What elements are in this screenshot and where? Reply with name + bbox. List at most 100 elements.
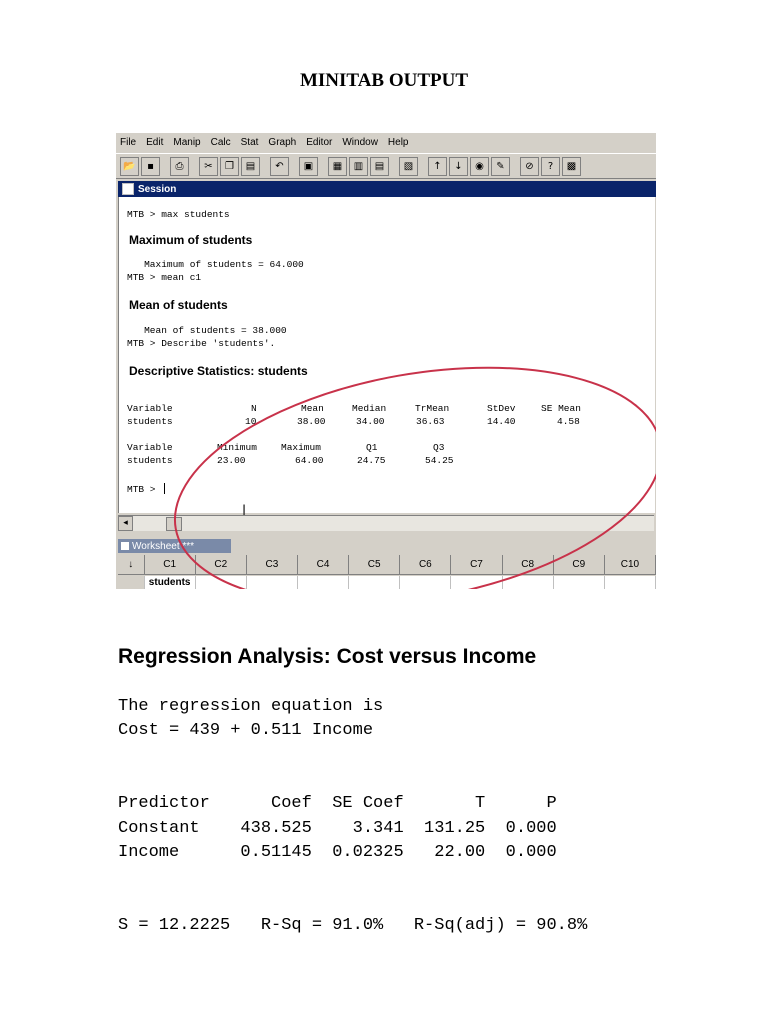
table-header: Variable bbox=[127, 442, 173, 453]
undo-icon[interactable]: ↶ bbox=[270, 156, 289, 176]
table-header: N bbox=[251, 403, 257, 414]
worksheet-title-bar[interactable]: Worksheet *** bbox=[118, 539, 231, 553]
column-name-cell[interactable] bbox=[554, 576, 605, 589]
session-heading: Mean of students bbox=[129, 298, 228, 312]
ibeam-cursor-icon: I bbox=[242, 503, 247, 519]
table-header: StDev bbox=[487, 403, 516, 414]
session-output: Maximum of students = 64.000 bbox=[127, 259, 304, 270]
column-name-cell[interactable] bbox=[196, 576, 247, 589]
menu-editor[interactable]: Editor bbox=[306, 137, 332, 148]
table-header: Q3 bbox=[433, 442, 445, 453]
table-cell: 23.00 bbox=[217, 455, 246, 466]
mtb-prompt[interactable]: MTB > bbox=[127, 484, 161, 495]
column-name-cell[interactable] bbox=[247, 576, 298, 589]
session-output: Mean of students = 38.000 bbox=[127, 325, 287, 336]
up-arrow-icon[interactable]: ↑ bbox=[428, 156, 447, 176]
column-header[interactable]: C7 bbox=[451, 555, 503, 575]
column-header[interactable]: C10 bbox=[604, 555, 656, 575]
table-header: Q1 bbox=[366, 442, 378, 453]
table-cell: 24.75 bbox=[357, 455, 386, 466]
column-name-cell[interactable] bbox=[605, 576, 656, 589]
clear-icon[interactable]: ▧ bbox=[399, 156, 418, 176]
project-manager-icon[interactable]: ▩ bbox=[562, 156, 581, 176]
menu-calc[interactable]: Calc bbox=[211, 137, 231, 148]
column-name-cell[interactable] bbox=[298, 576, 350, 589]
regression-title: Regression Analysis: Cost versus Income bbox=[118, 645, 537, 668]
table-header: Maximum bbox=[281, 442, 321, 453]
menu-edit[interactable]: Edit bbox=[146, 137, 163, 148]
session-heading: Maximum of students bbox=[129, 233, 253, 247]
worksheet-icon[interactable]: ▦ bbox=[328, 156, 347, 176]
session-window-icon bbox=[122, 183, 134, 195]
open-icon[interactable]: 📂 bbox=[120, 156, 139, 176]
worksheet-column-header: ↓ C1 C2 C3 C4 C5 C6 C7 C8 C9 C10 bbox=[118, 555, 656, 575]
column-name-cell[interactable] bbox=[503, 576, 554, 589]
column-name-cell[interactable] bbox=[349, 576, 401, 589]
scroll-thumb[interactable] bbox=[166, 517, 182, 531]
table-cell: 36.63 bbox=[416, 416, 445, 427]
worksheet-title: Worksheet *** bbox=[132, 540, 195, 552]
copy-icon[interactable]: ❐ bbox=[220, 156, 239, 176]
down-arrow-icon[interactable]: ↓ bbox=[449, 156, 468, 176]
table-cell: 54.25 bbox=[425, 455, 454, 466]
table-header: Median bbox=[352, 403, 387, 414]
row-header bbox=[118, 576, 145, 589]
page-title: MINITAB OUTPUT bbox=[299, 70, 469, 91]
table-header: Mean bbox=[301, 403, 324, 414]
help-icon[interactable]: ✎ bbox=[491, 156, 510, 176]
horizontal-scrollbar[interactable]: ◂ bbox=[118, 515, 654, 531]
table-cell: students bbox=[127, 416, 173, 427]
session-pane[interactable]: MTB > max students Maximum of students M… bbox=[118, 197, 655, 513]
info-icon[interactable]: ▤ bbox=[370, 156, 389, 176]
session-heading: Descriptive Statistics: students bbox=[129, 364, 308, 378]
column-header[interactable]: C8 bbox=[502, 555, 554, 575]
worksheet-name-row: students bbox=[118, 576, 656, 589]
column-header[interactable]: C1 bbox=[144, 555, 196, 575]
text-cursor bbox=[164, 483, 165, 494]
session-title-bar[interactable]: Session bbox=[118, 181, 656, 197]
cut-icon[interactable]: ✂ bbox=[199, 156, 218, 176]
regression-row-income: Income 0.51145 0.02325 22.00 0.000 bbox=[118, 843, 557, 862]
column-name-cell[interactable] bbox=[451, 576, 503, 589]
minitab-window: File Edit Manip Calc Stat Graph Editor W… bbox=[116, 133, 656, 589]
table-cell: 34.00 bbox=[356, 416, 385, 427]
table-header: Minimum bbox=[217, 442, 257, 453]
print-icon[interactable]: ⎙ bbox=[170, 156, 189, 176]
column-header[interactable]: C5 bbox=[349, 555, 401, 575]
column-header[interactable]: C4 bbox=[297, 555, 350, 575]
find-icon[interactable]: ◉ bbox=[470, 156, 489, 176]
regression-summary: S = 12.2225 R-Sq = 91.0% R-Sq(adj) = 90.… bbox=[118, 916, 588, 935]
scroll-left-icon[interactable]: ◂ bbox=[118, 516, 133, 531]
cancel-icon[interactable]: ⊘ bbox=[520, 156, 539, 176]
regression-row-constant: Constant 438.525 3.341 131.25 0.000 bbox=[118, 819, 557, 838]
table-header: Variable bbox=[127, 403, 173, 414]
menu-file[interactable]: File bbox=[120, 137, 136, 148]
table-cell: students bbox=[127, 455, 173, 466]
menu-graph[interactable]: Graph bbox=[268, 137, 296, 148]
graph-icon[interactable]: ▥ bbox=[349, 156, 368, 176]
menu-bar: File Edit Manip Calc Stat Graph Editor W… bbox=[116, 133, 656, 151]
data-direction-icon[interactable]: ↓ bbox=[118, 555, 145, 575]
menu-window[interactable]: Window bbox=[342, 137, 378, 148]
menu-help[interactable]: Help bbox=[388, 137, 409, 148]
session-command: MTB > mean c1 bbox=[127, 272, 202, 283]
column-header[interactable]: C9 bbox=[553, 555, 605, 575]
menu-stat[interactable]: Stat bbox=[241, 137, 259, 148]
table-cell: 38.00 bbox=[297, 416, 326, 427]
column-name-cell[interactable]: students bbox=[145, 576, 196, 589]
regression-table-header: Predictor Coef SE Coef T P bbox=[118, 794, 557, 813]
question-icon[interactable]: ? bbox=[541, 156, 560, 176]
table-header: SE Mean bbox=[541, 403, 581, 414]
column-header[interactable]: C6 bbox=[400, 555, 452, 575]
column-name-cell[interactable] bbox=[400, 576, 452, 589]
session-window-icon[interactable]: ▣ bbox=[299, 156, 318, 176]
table-header: TrMean bbox=[415, 403, 450, 414]
menu-manip[interactable]: Manip bbox=[173, 137, 200, 148]
table-cell: 4.58 bbox=[557, 416, 580, 427]
session-command: MTB > max students bbox=[127, 209, 230, 220]
column-header[interactable]: C2 bbox=[195, 555, 247, 575]
column-header[interactable]: C3 bbox=[246, 555, 298, 575]
regression-eq-intro: The regression equation is bbox=[118, 697, 384, 716]
paste-icon[interactable]: ▤ bbox=[241, 156, 260, 176]
save-icon[interactable]: ▪ bbox=[141, 156, 160, 176]
